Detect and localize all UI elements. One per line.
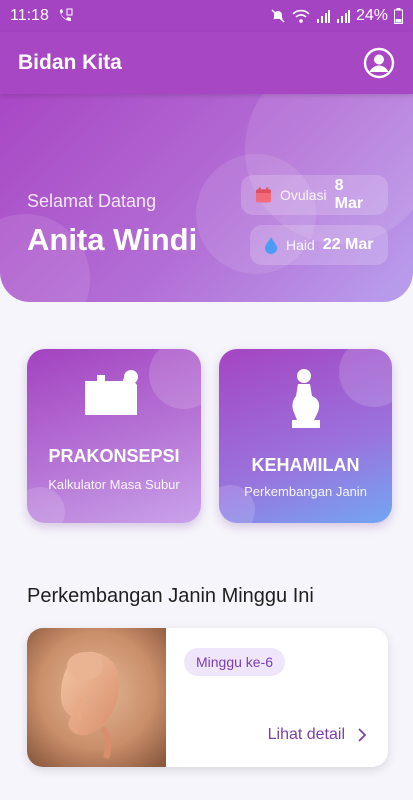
ovulation-pill: Ovulasi 8 Mar <box>241 175 388 215</box>
decor-bubble <box>149 349 201 409</box>
prakonsepsi-subtitle: Kalkulator Masa Subur <box>48 477 180 492</box>
kehamilan-card[interactable]: KEHAMILAN Perkembangan Janin <box>219 349 392 523</box>
user-name: Anita Windi <box>27 222 198 257</box>
app-bar: Bidan Kita <box>0 32 413 94</box>
pregnant-woman-icon <box>292 369 320 428</box>
chevron-right-icon <box>358 728 366 742</box>
fetal-development-card[interactable]: Minggu ke-6 Lihat detail <box>27 628 388 767</box>
clock: 11:18 <box>10 7 49 24</box>
ovulation-label: Ovulasi <box>279 187 327 203</box>
signal-icon <box>316 9 330 23</box>
couple-bed-icon <box>85 370 138 415</box>
welcome-header: Selamat Datang Anita Windi Ovulasi 8 Mar… <box>0 94 413 302</box>
status-left: 11:18 <box>10 7 73 25</box>
greeting-text: Selamat Datang <box>27 191 157 211</box>
kehamilan-subtitle: Perkembangan Janin <box>244 484 367 499</box>
status-right: 24% <box>270 7 403 25</box>
see-detail-label: Lihat detail <box>267 726 345 743</box>
prakonsepsi-card[interactable]: PRAKONSEPSI Kalkulator Masa Subur <box>27 349 201 523</box>
battery-percent: 24% <box>355 7 388 24</box>
decor-bubble <box>339 349 392 407</box>
profile-button[interactable] <box>363 47 395 79</box>
prakonsepsi-title: PRAKONSEPSI <box>48 446 180 466</box>
period-pill: Haid 22 Mar <box>250 225 388 265</box>
ovulation-date: 8 Mar <box>334 177 364 212</box>
week-badge: Minggu ke-6 <box>184 648 286 676</box>
mute-icon <box>270 8 286 24</box>
see-detail-link[interactable]: Lihat detail <box>268 726 366 744</box>
period-label: Haid <box>286 237 315 253</box>
wifi-icon <box>292 8 310 24</box>
account-circle-icon <box>363 47 395 79</box>
period-date: 22 Mar <box>322 236 374 253</box>
section-title: Perkembangan Janin Minggu Ini <box>27 585 314 607</box>
app-title: Bidan Kita <box>18 51 122 74</box>
battery-icon <box>394 8 403 24</box>
drop-icon <box>265 237 277 254</box>
status-bar: 11:18 24% <box>0 0 413 32</box>
call-forward-icon <box>57 8 73 24</box>
fetus-image <box>27 628 166 767</box>
signal-icon <box>336 9 350 23</box>
calendar-icon <box>255 187 272 203</box>
kehamilan-title: KEHAMILAN <box>251 455 360 475</box>
